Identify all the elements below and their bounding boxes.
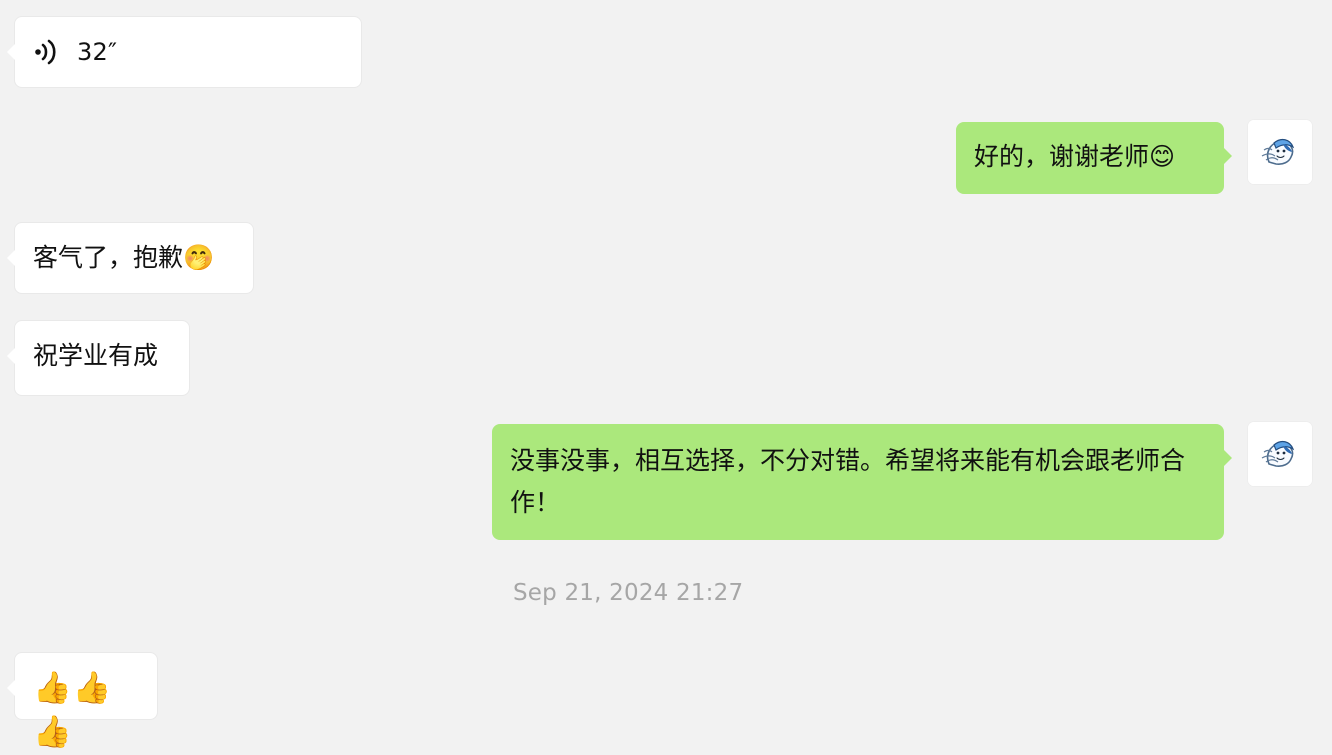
voice-message-bubble[interactable]: 32″ bbox=[7, 16, 362, 88]
avatar-icon bbox=[1248, 120, 1312, 184]
message-text: 没事没事，相互选择，不分对错。希望将来能有机会跟老师合作！ bbox=[510, 446, 1186, 517]
outgoing-message-bubble[interactable]: 好的，谢谢老师😊 bbox=[956, 122, 1232, 194]
voice-duration: 32″ bbox=[77, 38, 118, 66]
outgoing-message-bubble[interactable]: 没事没事，相互选择，不分对错。希望将来能有机会跟老师合作！ bbox=[492, 424, 1232, 540]
user-avatar[interactable] bbox=[1248, 422, 1312, 486]
user-avatar[interactable] bbox=[1248, 120, 1312, 184]
message-text: 好的，谢谢老师😊 bbox=[974, 142, 1176, 171]
voice-icon bbox=[35, 39, 56, 65]
message-timestamp: Sep 21, 2024 21:27 bbox=[513, 580, 744, 606]
message-text: 祝学业有成 bbox=[33, 341, 159, 370]
incoming-message-bubble[interactable]: 客气了，抱歉🤭 bbox=[7, 222, 254, 294]
message-text: 客气了，抱歉🤭 bbox=[33, 243, 215, 272]
incoming-message-bubble[interactable]: 祝学业有成 bbox=[7, 320, 190, 396]
avatar-icon bbox=[1248, 422, 1312, 486]
incoming-message-bubble[interactable]: 👍👍👍 bbox=[7, 652, 158, 750]
thumbs-up-message: 👍👍👍 bbox=[33, 670, 113, 750]
